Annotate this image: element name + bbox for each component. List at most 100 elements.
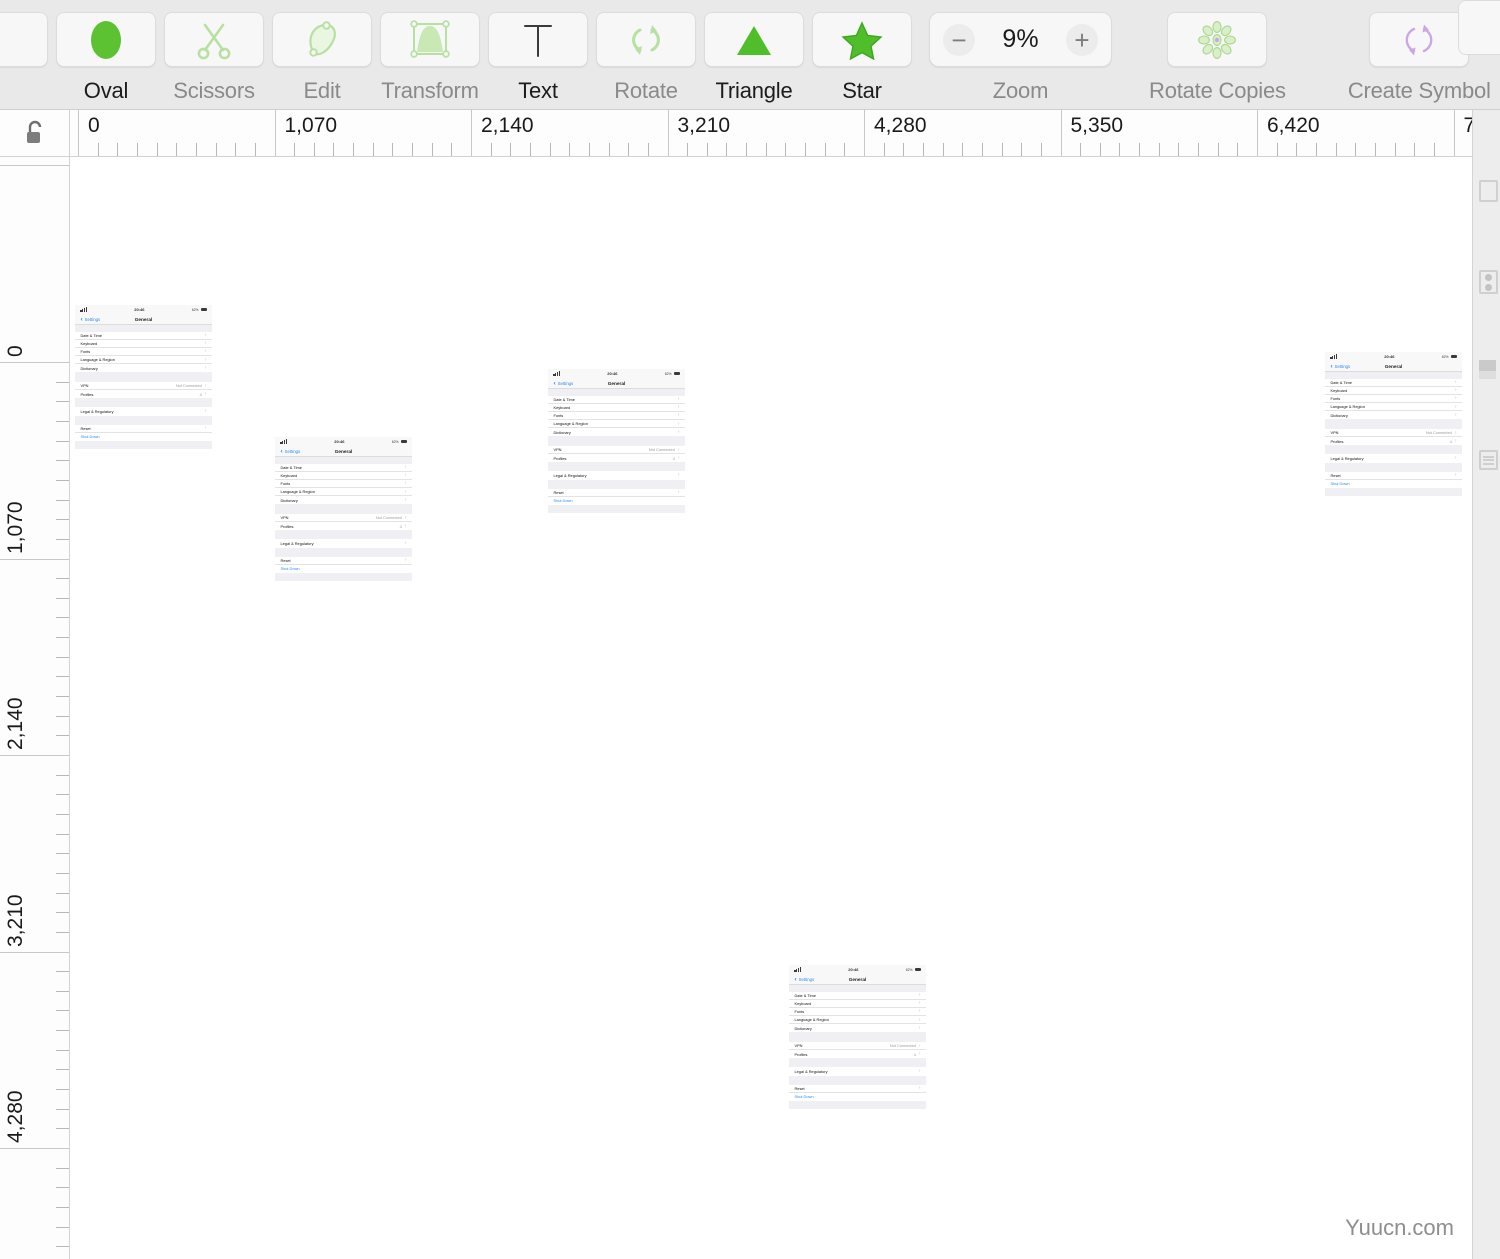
ruler-tick xyxy=(56,1226,69,1228)
list-item[interactable]: Fonts › xyxy=(75,347,212,357)
list-item[interactable]: Fonts › xyxy=(275,479,412,489)
chevron-right-icon: › xyxy=(1454,395,1457,402)
list-item[interactable]: Date & Time › xyxy=(789,991,926,1000)
chevron-right-icon: › xyxy=(918,1042,921,1049)
list-item[interactable]: Legal & Regulatory › xyxy=(75,407,212,416)
list-item[interactable]: Date & Time › xyxy=(275,463,412,472)
list-item[interactable]: Language & Region › xyxy=(1325,403,1462,412)
list-item[interactable]: Profiles 4 › xyxy=(548,454,685,463)
toolbar-item-zoom[interactable]: − 9% + Zoom xyxy=(929,12,1112,104)
list-item[interactable]: Profiles 4 › xyxy=(1325,437,1462,446)
list-item[interactable]: Fonts › xyxy=(1325,394,1462,404)
list-item[interactable]: Shut Down xyxy=(789,1092,926,1101)
list-item[interactable]: Dictionary › xyxy=(75,364,212,373)
list-item-accessory: › xyxy=(405,557,407,563)
oval-icon xyxy=(91,20,121,59)
ruler-label: 3,210 xyxy=(677,114,731,137)
ruler-tick xyxy=(1433,143,1435,156)
layers-panel-icon[interactable] xyxy=(1479,270,1498,294)
list-item[interactable]: VPN Not Connected › xyxy=(75,381,212,391)
list-item[interactable]: Fonts › xyxy=(548,411,685,421)
list-item[interactable]: Reset › xyxy=(548,488,685,497)
list-item[interactable]: Shut Down xyxy=(548,496,685,505)
toolbar-item-edit[interactable]: Edit xyxy=(272,12,372,104)
toolbar-item-oval[interactable]: Oval xyxy=(56,12,156,104)
list-item[interactable]: Legal & Regulatory › xyxy=(789,1067,926,1076)
toolbar: Oval Scissors Edit Transform Text Rotate… xyxy=(0,0,1500,110)
nav-bar: ‹ Settings General xyxy=(275,446,412,457)
list-item-accessory: 4 › xyxy=(200,391,207,397)
ruler-tick xyxy=(136,143,138,156)
text-panel-icon[interactable] xyxy=(1479,450,1498,470)
vertical-ruler[interactable]: 0 1,070 2,140 3,210 4,280 xyxy=(0,157,70,1259)
ruler-tick xyxy=(156,143,158,156)
horizontal-ruler[interactable]: 0 1,070 2,140 3,210 4,280 5,350 6,420 7, xyxy=(70,110,1500,157)
list-item[interactable]: Profiles 4 › xyxy=(789,1050,926,1059)
artboard-1[interactable]: 20:46 62% ‹ Settings General Date & Time › Keyb… xyxy=(75,305,212,554)
list-item[interactable]: VPN Not Connected › xyxy=(789,1041,926,1051)
list-item[interactable]: Reset › xyxy=(275,556,412,565)
artboard-4[interactable]: 20:46 62% ‹ Settings General Date & Time › Keyb… xyxy=(1325,352,1462,601)
artboard-panel-icon[interactable] xyxy=(1479,180,1498,202)
list-item[interactable]: Keyboard › xyxy=(275,471,412,480)
list-item[interactable]: Language & Region › xyxy=(789,1016,926,1025)
list-item[interactable]: Keyboard › xyxy=(1325,386,1462,395)
list-item[interactable]: Date & Time › xyxy=(75,331,212,340)
toolbar-item-star[interactable]: Star xyxy=(812,12,912,104)
zoom-in-button[interactable]: + xyxy=(1065,23,1098,56)
list-item[interactable]: Dictionary › xyxy=(275,496,412,505)
list-item[interactable]: Legal & Regulatory › xyxy=(275,539,412,548)
list-item[interactable]: Legal & Regulatory › xyxy=(548,471,685,480)
list-item[interactable]: VPN Not Connected › xyxy=(1325,428,1462,438)
battery-icon xyxy=(200,307,207,312)
list-item[interactable]: VPN Not Connected › xyxy=(275,513,412,523)
list-item[interactable]: Dictionary › xyxy=(789,1024,926,1033)
list-item[interactable]: Dictionary › xyxy=(1325,411,1462,420)
list-item[interactable]: Reset › xyxy=(789,1084,926,1093)
list-item[interactable]: Language & Region › xyxy=(275,488,412,497)
list-item[interactable]: Date & Time › xyxy=(1325,378,1462,387)
list-item[interactable]: Keyboard › xyxy=(789,999,926,1008)
list-item[interactable]: Keyboard › xyxy=(75,339,212,348)
list-item[interactable]: Language & Region › xyxy=(548,420,685,429)
artboard-3[interactable]: 20:46 62% ‹ Settings General Date & Time › Keyb… xyxy=(548,369,685,618)
canvas[interactable]: 20:46 62% ‹ Settings General Date & Time › Keyb… xyxy=(70,157,1472,1259)
toolbar-item-scissors[interactable]: Scissors xyxy=(164,12,264,104)
list-item[interactable]: VPN Not Connected › xyxy=(548,445,685,455)
cut-off-button-icon[interactable] xyxy=(0,12,48,67)
rotate-icon xyxy=(632,24,660,55)
list-item[interactable]: Profiles 4 › xyxy=(75,390,212,399)
right-side-panel[interactable] xyxy=(1472,110,1500,1259)
ruler-tick xyxy=(56,637,69,639)
chevron-right-icon: › xyxy=(677,412,680,419)
list-item[interactable]: Shut Down xyxy=(275,564,412,573)
list-item[interactable]: Profiles 4 › xyxy=(275,522,412,531)
artboard-2[interactable]: 20:46 62% ‹ Settings General Date & Time › Keyb… xyxy=(275,437,412,686)
toolbar-item-triangle[interactable]: Triangle xyxy=(704,12,804,104)
ruler-lock-toggle[interactable] xyxy=(0,110,70,157)
list-item-value: Not Connected xyxy=(648,447,675,453)
toolbar-item-rotate[interactable]: Rotate xyxy=(596,12,696,104)
list-item[interactable]: Fonts › xyxy=(789,1007,926,1017)
list-item[interactable]: Reset › xyxy=(75,424,212,433)
ruler-tick xyxy=(56,696,69,698)
toolbar-item-rotate-copies[interactable]: Rotate Copies xyxy=(1149,12,1286,104)
list-item[interactable]: Keyboard › xyxy=(548,403,685,412)
toolbar-item-cut-off-right[interactable] xyxy=(1458,0,1500,55)
swatches-panel-icon[interactable] xyxy=(1479,360,1496,379)
list-item[interactable]: Reset › xyxy=(1325,471,1462,480)
zoom-stepper-icon[interactable]: − 9% + xyxy=(929,12,1112,67)
toolbar-item-transform[interactable]: Transform xyxy=(380,12,480,104)
cellular-signal-icon xyxy=(80,307,87,312)
list-item[interactable]: Dictionary › xyxy=(548,428,685,437)
toolbar-item-text[interactable]: Text xyxy=(488,12,588,104)
artboard-5[interactable]: 20:46 62% ‹ Settings General Date & Time › Keyb… xyxy=(789,965,926,1214)
list-item[interactable]: Shut Down xyxy=(75,432,212,441)
list-item[interactable]: Date & Time › xyxy=(548,395,685,404)
list-item-label: Date & Time xyxy=(794,992,816,998)
list-item[interactable]: Legal & Regulatory › xyxy=(1325,454,1462,463)
list-item[interactable]: Shut Down xyxy=(1325,479,1462,488)
list-item[interactable]: Language & Region › xyxy=(75,356,212,365)
zoom-out-button[interactable]: − xyxy=(943,23,975,56)
toolbar-item-cut-off[interactable] xyxy=(0,12,48,78)
